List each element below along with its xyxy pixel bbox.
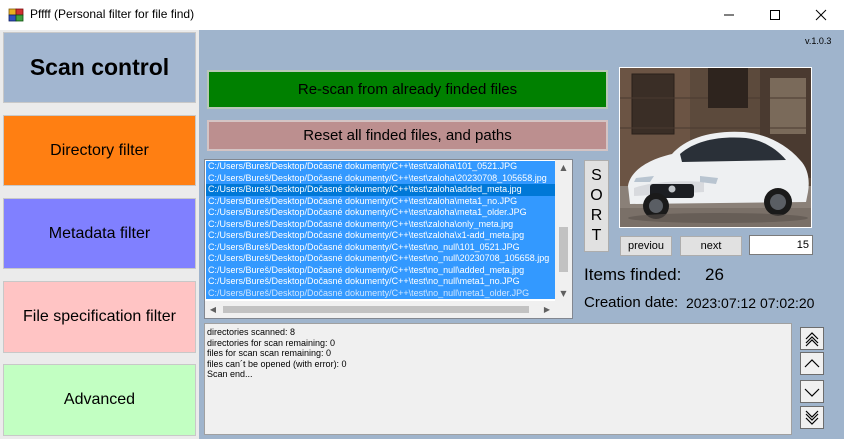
- maximize-button[interactable]: [752, 0, 798, 30]
- found-files-list[interactable]: C:/Users/Bureš/Desktop/Dočasné dokumenty…: [204, 159, 573, 319]
- sort-letter: T: [591, 227, 602, 244]
- file-list-item[interactable]: C:/Users/Bureš/Desktop/Dočasné dokumenty…: [206, 218, 555, 230]
- log-line: directories for scan remaining: 0: [207, 337, 336, 348]
- scroll-right-arrow[interactable]: ▶: [539, 301, 555, 318]
- window-title: Pffff (Personal filter for file find): [30, 7, 195, 21]
- items-finded-label: Items finded:: [584, 265, 682, 284]
- vertical-scroll-thumb[interactable]: [559, 227, 568, 272]
- minimize-button[interactable]: [706, 0, 752, 30]
- file-list-item[interactable]: C:/Users/Bureš/Desktop/Dočasné dokumenty…: [206, 184, 555, 196]
- scroll-left-arrow[interactable]: ◀: [205, 301, 221, 318]
- file-list-item[interactable]: C:/Users/Bureš/Desktop/Dočasné dokumenty…: [206, 207, 555, 219]
- car-photo: [620, 68, 811, 227]
- file-list-item[interactable]: C:/Users/Bureš/Desktop/Dočasné dokumenty…: [206, 276, 555, 288]
- next-button[interactable]: next: [680, 236, 742, 256]
- scroll-corner: [555, 301, 572, 318]
- advanced-button[interactable]: Advanced: [3, 364, 196, 436]
- double-chevron-down-icon: [805, 410, 819, 425]
- vertical-scrollbar[interactable]: ▲ ▼: [555, 160, 572, 301]
- sort-letter: O: [590, 187, 603, 204]
- sort-letter: R: [590, 207, 603, 224]
- creation-date-label: Creation date:: [584, 294, 679, 311]
- close-button[interactable]: [798, 0, 844, 30]
- file-specification-filter-button[interactable]: File specification filter: [3, 281, 196, 353]
- log-line: directories scanned: 8: [207, 327, 296, 337]
- app-icon: [8, 7, 24, 23]
- minimize-icon: [724, 14, 734, 16]
- file-list-item[interactable]: C:/Users/Bureš/Desktop/Dočasné dokumenty…: [206, 172, 555, 184]
- reset-button[interactable]: Reset all finded files, and paths: [207, 120, 608, 151]
- file-list-item[interactable]: C:/Users/Bureš/Desktop/Dočasné dokumenty…: [206, 195, 555, 207]
- scroll-down-arrow[interactable]: ▼: [555, 286, 572, 301]
- sort-letter: S: [591, 167, 602, 184]
- maximize-icon: [770, 10, 780, 20]
- file-list-item[interactable]: C:/Users/Bureš/Desktop/Dočasné dokumenty…: [206, 161, 555, 173]
- scan-control-panel: v.1.0.3 Re-scan from already finded file…: [199, 30, 844, 439]
- log-scroll-top-button[interactable]: [800, 327, 824, 350]
- log-scroll-down-button[interactable]: [800, 380, 824, 403]
- sort-button[interactable]: S O R T: [584, 160, 609, 252]
- rescan-button[interactable]: Re-scan from already finded files: [207, 70, 608, 109]
- title-bar: Pffff (Personal filter for file find): [0, 0, 844, 30]
- log-scroll-up-button[interactable]: [800, 352, 824, 375]
- file-rows: C:/Users/Bureš/Desktop/Dočasné dokumenty…: [206, 161, 555, 301]
- double-chevron-up-icon: [805, 331, 819, 346]
- image-preview: [619, 67, 812, 228]
- chevron-down-icon: [804, 388, 820, 397]
- file-list-item[interactable]: C:/Users/Bureš/Desktop/Dočasné dokumenty…: [206, 264, 555, 276]
- navigation-panel: Scan control Directory filter Metadata f…: [0, 30, 199, 439]
- items-finded-value: 26: [705, 265, 724, 284]
- version-label: v.1.0.3: [805, 36, 832, 46]
- scan-log[interactable]: directories scanned: 8 directories for s…: [204, 323, 792, 435]
- creation-date-value: 2023:07:12 07:02:20: [686, 295, 815, 311]
- file-list-item[interactable]: C:/Users/Bureš/Desktop/Dočasné dokumenty…: [206, 241, 555, 253]
- file-list-item[interactable]: C:/Users/Bureš/Desktop/Dočasné dokumenty…: [206, 230, 555, 242]
- chevron-up-icon: [804, 358, 820, 367]
- file-list-item[interactable]: C:/Users/Bureš/Desktop/Dočasné dokumenty…: [206, 253, 555, 265]
- horizontal-scroll-thumb[interactable]: [223, 306, 529, 313]
- close-icon: [815, 9, 827, 21]
- scan-control-button[interactable]: Scan control: [3, 32, 196, 103]
- log-line: Scan end...: [207, 369, 253, 379]
- log-line: files for scan scan remaining: 0: [207, 348, 332, 358]
- directory-filter-button[interactable]: Directory filter: [3, 115, 196, 186]
- file-list-item[interactable]: C:/Users/Bureš/Desktop/Dočasné dokumenty…: [206, 287, 555, 299]
- previous-button[interactable]: previou: [620, 236, 672, 256]
- horizontal-scrollbar[interactable]: ◀ ▶: [205, 301, 555, 318]
- metadata-filter-button[interactable]: Metadata filter: [3, 198, 196, 269]
- image-index-field[interactable]: [749, 235, 813, 255]
- scroll-up-arrow[interactable]: ▲: [555, 160, 572, 175]
- log-line: files can´t be opened (with error): 0: [207, 358, 347, 369]
- log-scroll-bottom-button[interactable]: [800, 406, 824, 429]
